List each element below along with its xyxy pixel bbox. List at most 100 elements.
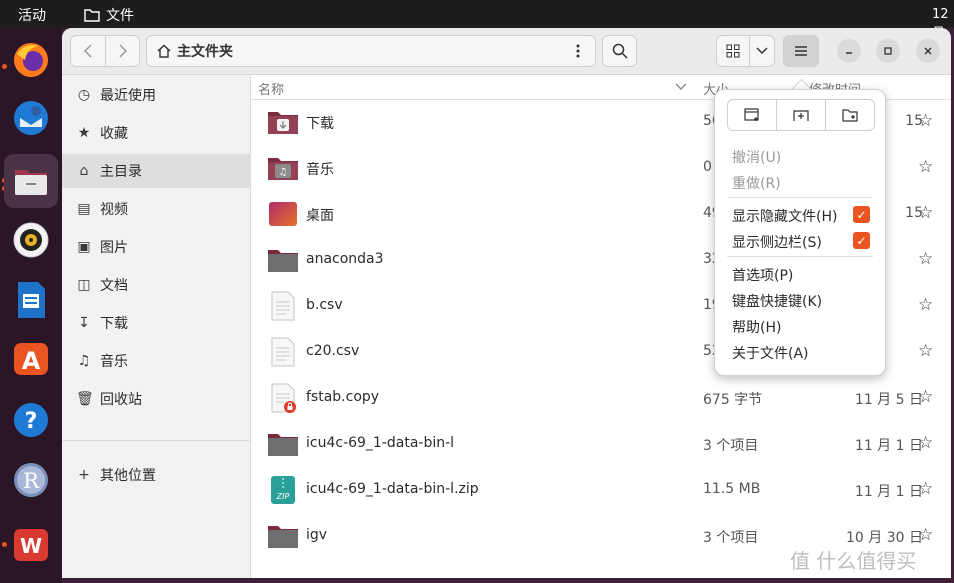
menu-item-show-hidden[interactable]: 显示隐藏文件(H)	[732, 206, 837, 226]
back-button[interactable]	[70, 35, 106, 67]
download-icon: ↧	[78, 315, 90, 331]
maximize-icon	[884, 47, 892, 55]
menu-item-show-sidebar[interactable]: 显示侧边栏(S)	[732, 232, 822, 252]
sidebar-item-recent[interactable]: ◷ 最近使用	[62, 78, 250, 112]
menu-item-help[interactable]: 帮助(H)	[732, 317, 781, 337]
sidebar-item-other-locations[interactable]: + 其他位置	[62, 458, 250, 492]
minimize-icon	[846, 52, 852, 54]
sidebar-item-label: 图片	[100, 240, 128, 256]
sidebar-item-downloads[interactable]: ↧ 下载	[62, 306, 250, 340]
star-outline-icon[interactable]: ☆	[918, 341, 933, 361]
rhythmbox-icon[interactable]	[11, 220, 51, 260]
sidebar-item-trash[interactable]: 🗑 回收站	[62, 382, 250, 416]
close-button[interactable]	[916, 39, 940, 63]
star-outline-icon[interactable]: ☆	[918, 387, 933, 407]
writer-icon[interactable]	[11, 280, 51, 320]
star-outline-icon[interactable]: ☆	[918, 203, 933, 223]
sidebar-item-label: 回收站	[100, 392, 142, 408]
star-outline-icon[interactable]: ☆	[918, 479, 933, 499]
new-tab-icon	[793, 110, 809, 121]
svg-text:A: A	[22, 347, 41, 375]
firefox-icon[interactable]	[11, 40, 51, 80]
sidebar-item-starred[interactable]: ★ 收藏	[62, 116, 250, 150]
folder-icon	[268, 250, 298, 272]
new-folder-button[interactable]	[826, 100, 874, 130]
star-outline-icon[interactable]: ☆	[918, 249, 933, 269]
column-name[interactable]: 名称	[258, 79, 284, 98]
grid-icon	[726, 44, 740, 58]
text-file-icon	[271, 337, 295, 367]
menu-item-about[interactable]: 关于文件(A)	[732, 343, 809, 363]
menu-item-preferences[interactable]: 首选项(P)	[732, 265, 793, 285]
watermark: 值 什么值得买	[790, 549, 917, 573]
star-outline-icon[interactable]: ☆	[918, 111, 933, 131]
sidebar-item-home[interactable]: ⌂ 主目录	[62, 154, 250, 188]
sidebar-item-label: 其他位置	[100, 468, 156, 484]
file-date: 11 月 5 日	[854, 392, 923, 408]
file-name: 下载	[306, 116, 334, 132]
table-row[interactable]: fstab.copy 675 字节 11 月 5 日 ☆	[251, 375, 951, 421]
locked-file-icon	[271, 383, 296, 413]
app-center-icon[interactable]: A	[11, 338, 51, 378]
file-size: 3 个项目	[703, 438, 759, 454]
star-outline-icon[interactable]: ☆	[918, 157, 933, 177]
folder-desktop-icon	[269, 202, 297, 226]
search-button[interactable]	[602, 35, 637, 67]
star-outline-icon[interactable]: ☆	[918, 525, 933, 545]
close-icon	[924, 47, 932, 55]
new-window-button[interactable]	[728, 100, 777, 130]
chevron-left-icon	[83, 44, 92, 58]
file-name: igv	[306, 527, 328, 543]
folder-icon	[84, 9, 100, 22]
minimize-button[interactable]	[837, 39, 861, 63]
document-icon: ◫	[77, 277, 91, 293]
checkbox-checked-icon[interactable]: ✓	[853, 206, 870, 223]
path-menu-button[interactable]	[560, 35, 596, 67]
new-tab-button[interactable]	[777, 100, 826, 130]
sidebar-item-label: 收藏	[100, 126, 128, 142]
files-icon[interactable]	[4, 154, 58, 208]
view-options-button[interactable]	[749, 35, 775, 67]
sidebar-item-pictures[interactable]: ▣ 图片	[62, 230, 250, 264]
help-icon[interactable]: ?	[11, 400, 51, 440]
home-icon: ⌂	[79, 163, 89, 179]
svg-text:?: ?	[25, 409, 38, 434]
star-outline-icon[interactable]: ☆	[918, 433, 933, 453]
menu-item-redo[interactable]: 重做(R)	[732, 173, 781, 193]
file-size: 11.5 MB	[703, 481, 761, 497]
sidebar-divider	[62, 440, 250, 441]
maximize-button[interactable]	[876, 39, 900, 63]
checkbox-checked-icon[interactable]: ✓	[853, 232, 870, 249]
image-icon: ▣	[77, 239, 91, 255]
more-vertical-icon	[576, 44, 580, 58]
chevron-down-icon	[756, 47, 768, 55]
path-bar[interactable]: 主文件夹	[146, 35, 596, 67]
wps-icon[interactable]: W	[11, 524, 51, 564]
forward-button[interactable]	[105, 35, 140, 67]
thunderbird-icon[interactable]	[11, 98, 51, 138]
path-title[interactable]: 主文件夹	[177, 41, 233, 61]
menu-item-undo[interactable]: 撤消(U)	[732, 147, 781, 167]
r-icon[interactable]: R	[11, 460, 51, 500]
new-folder-icon	[842, 109, 858, 122]
view-grid-button[interactable]	[716, 35, 750, 67]
table-row[interactable]: ZIP icu4c-69_1-data-bin-l.zip 11.5 MB 11…	[251, 467, 951, 513]
svg-text:♫: ♫	[279, 167, 288, 178]
text-file-icon	[271, 291, 295, 321]
file-name: icu4c-69_1-data-bin-l	[306, 435, 455, 451]
activities-button[interactable]: 活动	[18, 5, 46, 25]
menu-divider	[727, 256, 873, 257]
sort-down-icon[interactable]	[675, 83, 687, 91]
main-menu-button[interactable]	[783, 35, 819, 67]
file-name: 音乐	[306, 162, 334, 178]
sidebar-item-music[interactable]: ♫ 音乐	[62, 344, 250, 378]
menu-item-shortcuts[interactable]: 键盘快捷键(K)	[732, 291, 822, 311]
sidebar-item-videos[interactable]: ▤ 视频	[62, 192, 250, 226]
star-outline-icon[interactable]: ☆	[918, 295, 933, 315]
sidebar-item-label: 下载	[100, 316, 128, 332]
video-icon: ▤	[77, 201, 91, 217]
app-menu[interactable]: 文件	[84, 5, 134, 25]
dock: A ? R W	[0, 28, 62, 583]
sidebar-item-documents[interactable]: ◫ 文档	[62, 268, 250, 302]
table-row[interactable]: icu4c-69_1-data-bin-l 3 个项目 11 月 1 日 ☆	[251, 421, 951, 467]
